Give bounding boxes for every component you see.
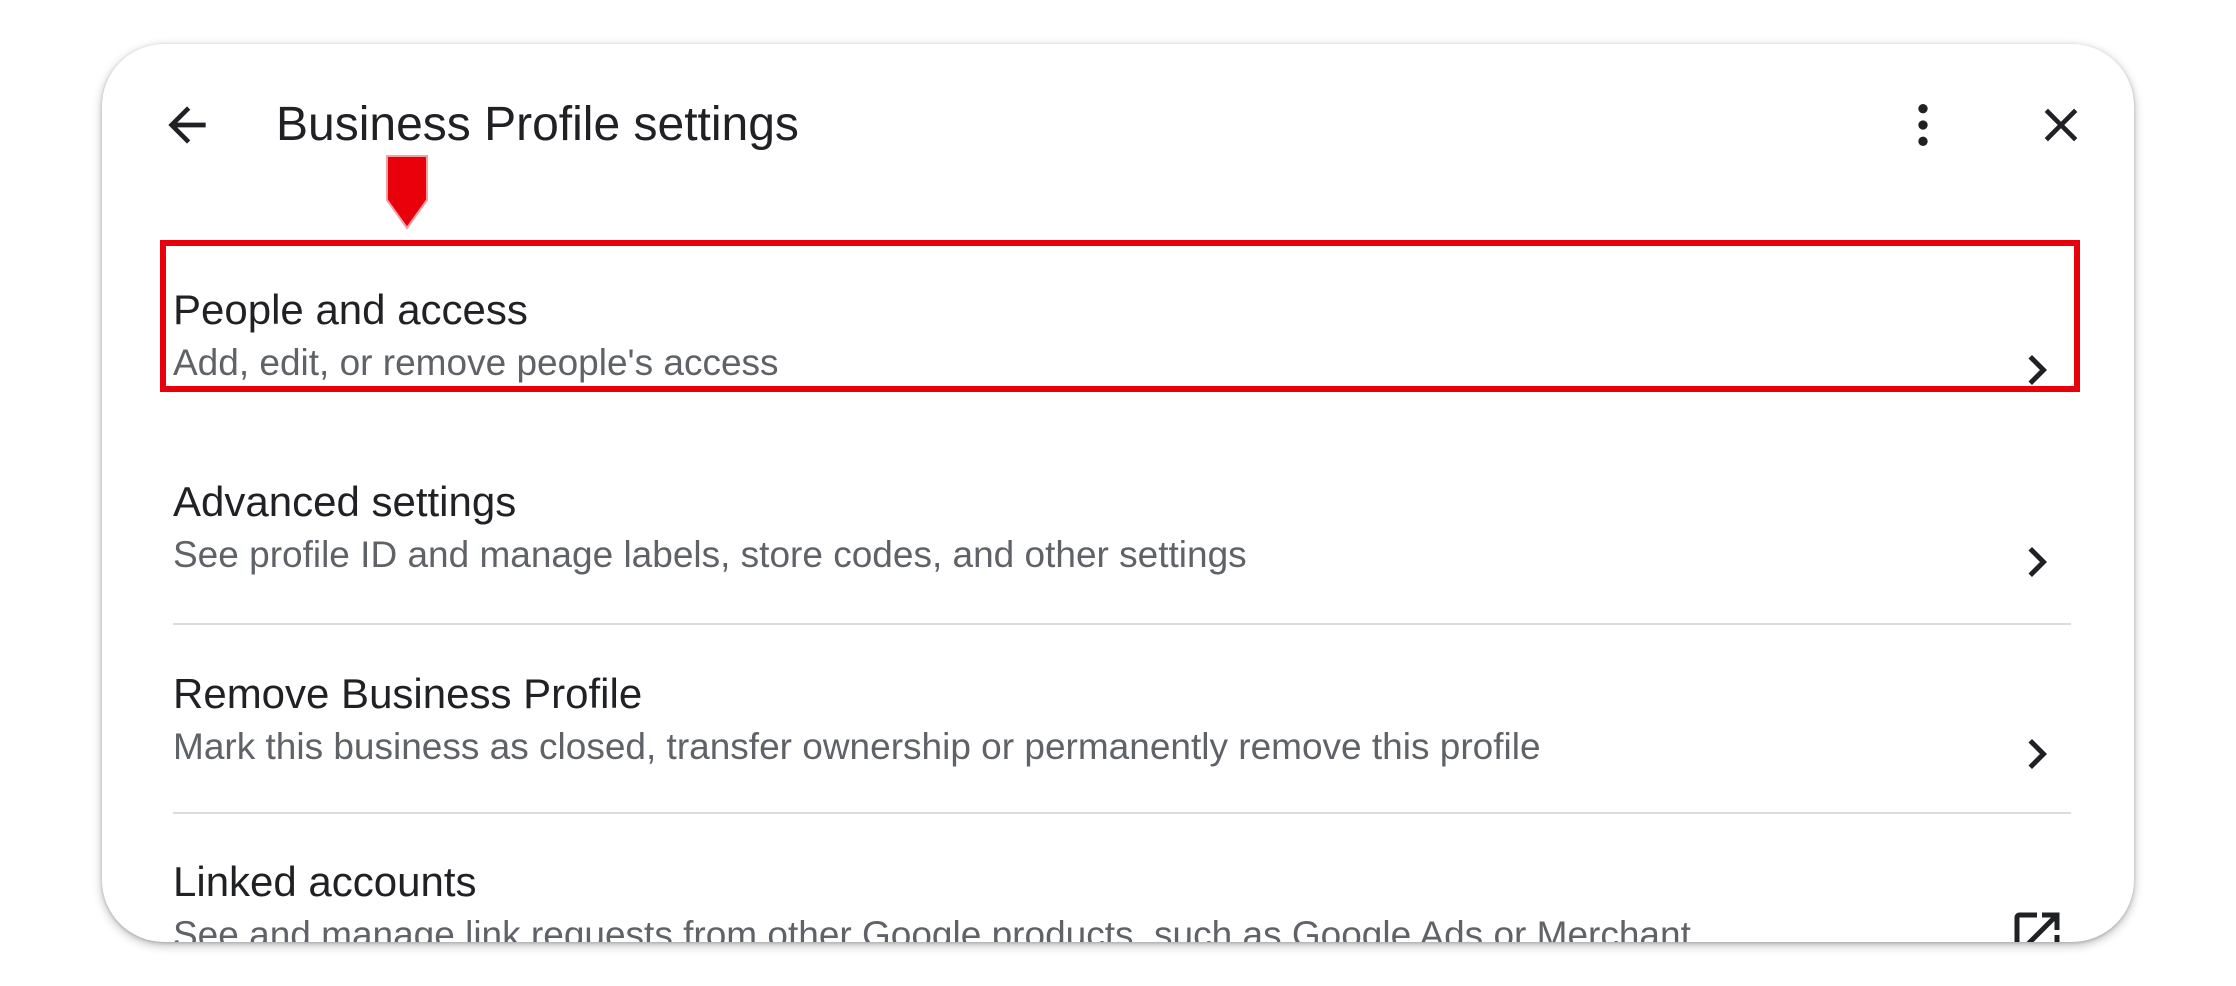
settings-item-linked-accounts[interactable]: Linked accounts See and manage link requ… bbox=[102, 814, 2134, 942]
item-trailing bbox=[2002, 900, 2072, 942]
settings-item-people-and-access[interactable]: People and access Add, edit, or remove p… bbox=[102, 240, 2134, 392]
item-title: Remove Business Profile bbox=[173, 670, 643, 717]
divider bbox=[173, 623, 2071, 625]
settings-item-remove-business-profile[interactable]: Remove Business Profile Mark this busine… bbox=[102, 626, 2134, 814]
item-subtitle: Add, edit, or remove people's access bbox=[173, 342, 779, 383]
item-title: People and access bbox=[173, 286, 528, 333]
settings-item-advanced-settings[interactable]: Advanced settings See profile ID and man… bbox=[102, 428, 2134, 626]
down-arrow-marker-icon bbox=[386, 155, 428, 230]
item-title: Advanced settings bbox=[173, 478, 517, 525]
open-in-new-icon bbox=[2014, 912, 2060, 942]
chevron-right-icon bbox=[2028, 739, 2047, 769]
item-subtitle: Mark this business as closed, transfer o… bbox=[173, 726, 1541, 767]
chevron-right-icon bbox=[2028, 355, 2047, 385]
item-trailing bbox=[2002, 335, 2072, 405]
item-title: Linked accounts bbox=[173, 858, 477, 905]
item-trailing bbox=[2002, 527, 2072, 597]
settings-dialog: Business Profile settings People and acc… bbox=[102, 44, 2134, 942]
chevron-right-icon bbox=[2028, 547, 2047, 577]
item-subtitle: See profile ID and manage labels, store … bbox=[173, 534, 1247, 575]
item-subtitle: See and manage link requests from other … bbox=[173, 914, 1691, 942]
item-trailing bbox=[2002, 719, 2072, 789]
